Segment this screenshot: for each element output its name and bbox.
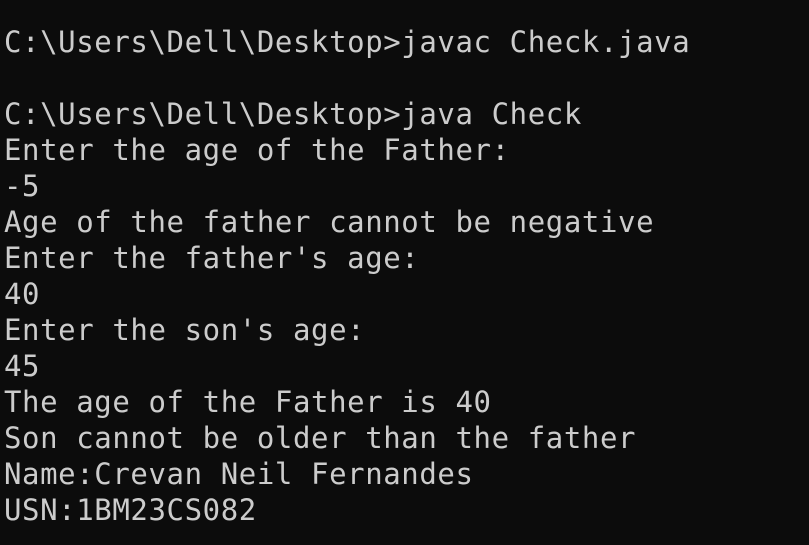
input-son-age: 45 xyxy=(4,349,41,383)
command-line-java: C:\Users\Dell\Desktop>java Check xyxy=(4,97,582,131)
input-father-age-negative: -5 xyxy=(4,169,41,203)
output-usn: USN:1BM23CS082 xyxy=(4,493,257,527)
output-name: Name:Crevan Neil Fernandes xyxy=(4,457,474,491)
input-father-age: 40 xyxy=(4,277,41,311)
error-negative-age: Age of the father cannot be negative xyxy=(4,205,655,239)
prompt-father-age-retry: Enter the father's age: xyxy=(4,241,420,275)
error-son-older: Son cannot be older than the father xyxy=(4,421,637,455)
command-line-javac: C:\Users\Dell\Desktop>javac Check.java xyxy=(4,25,691,59)
terminal-window[interactable]: C:\Users\Dell\Desktop>javac Check.java C… xyxy=(0,0,809,545)
prompt-father-age: Enter the age of the Father: xyxy=(4,133,510,167)
prompt-son-age: Enter the son's age: xyxy=(4,313,366,347)
output-father-age: The age of the Father is 40 xyxy=(4,385,492,419)
